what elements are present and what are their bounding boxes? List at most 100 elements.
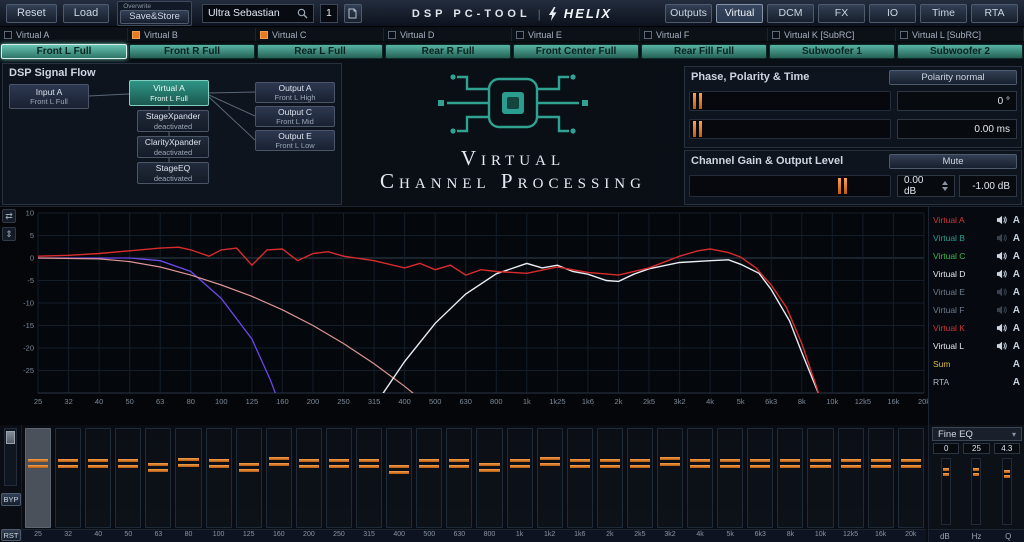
checkbox[interactable] [388,31,396,39]
eq-bypass-button[interactable]: BYP [1,493,21,506]
eq-band-track[interactable] [627,428,653,528]
eq-band-250[interactable]: 250 [324,425,354,542]
eq-band-track[interactable] [898,428,924,528]
eq-band-handle[interactable] [750,459,770,468]
nav-button-outputs[interactable]: Outputs [665,4,712,23]
checkbox[interactable] [516,31,524,39]
checkbox[interactable] [644,31,652,39]
eq-band-track[interactable] [807,428,833,528]
checkbox[interactable] [260,31,268,39]
eq-band-400[interactable]: 400 [384,425,414,542]
eq-band-track[interactable] [868,428,894,528]
preset-name-input[interactable]: Ultra Sebastian [202,4,314,23]
eq-band-track[interactable] [236,428,262,528]
eq-band-track[interactable] [386,428,412,528]
fine-eq-value-db[interactable]: 0 [933,443,959,454]
channel-button-subwoofer-1[interactable]: Subwoofer 1 [769,44,895,59]
spinner-up-icon[interactable] [942,181,948,185]
eq-band-handle[interactable] [871,459,891,468]
load-button[interactable]: Load [63,4,109,23]
fine-eq-slider-handle[interactable] [973,468,979,476]
speaker-icon[interactable] [995,341,1007,351]
speaker-icon[interactable] [995,215,1007,225]
nav-button-rta[interactable]: RTA [971,4,1018,23]
eq-band-handle[interactable] [88,459,108,468]
swap-horizontal-icon[interactable]: ⇄ [2,209,16,223]
reset-button[interactable]: Reset [6,4,57,23]
eq-band-handle[interactable] [780,459,800,468]
eq-band-track[interactable] [85,428,111,528]
spinner-down-icon[interactable] [942,187,948,191]
signal-flow-output-c[interactable]: Output CFront L Mid [255,106,335,127]
eq-band-track[interactable] [356,428,382,528]
eq-band-800[interactable]: 800 [474,425,504,542]
phase-degrees-field[interactable]: 0 ° [897,91,1017,111]
eq-band-handle[interactable] [660,457,680,466]
eq-band-handle[interactable] [540,457,560,466]
document-button[interactable] [344,4,362,23]
channel-legend-rta[interactable]: RTAA [929,373,1024,391]
checkbox[interactable] [4,31,12,39]
nav-button-fx[interactable]: FX [818,4,865,23]
speaker-icon[interactable] [995,251,1007,261]
eq-band-track[interactable] [296,428,322,528]
eq-band-handle[interactable] [299,459,319,468]
eq-band-handle[interactable] [209,459,229,468]
channel-button-front-l-full[interactable]: Front L Full [1,44,127,59]
delay-time-field[interactable]: 0.00 ms [897,119,1017,139]
signal-flow-input-a[interactable]: Input A Front L Full [9,84,89,109]
eq-band-handle[interactable] [239,463,259,472]
eq-band-handle[interactable] [148,463,168,472]
eq-band-track[interactable] [476,428,502,528]
virtual-tab-virtual-a[interactable]: Virtual A [0,28,128,41]
speaker-icon[interactable] [995,269,1007,279]
eq-band-handle[interactable] [810,459,830,468]
channel-legend-virtual-b[interactable]: Virtual BA [929,229,1024,247]
eq-band-handle[interactable] [630,459,650,468]
eq-band-track[interactable] [446,428,472,528]
fine-eq-slider-track[interactable] [971,458,981,525]
eq-band-500[interactable]: 500 [414,425,444,542]
eq-band-track[interactable] [687,428,713,528]
channel-legend-virtual-l[interactable]: Virtual LA [929,337,1024,355]
eq-band-1k[interactable]: 1k [505,425,535,542]
eq-reset-button[interactable]: RST [1,529,21,541]
signal-flow-output-e[interactable]: Output EFront L Low [255,130,335,151]
virtual-tab-virtual-b[interactable]: Virtual B [128,28,256,41]
gain-slider-handle[interactable] [838,178,847,194]
eq-band-handle[interactable] [841,459,861,468]
eq-band-40[interactable]: 40 [83,425,113,542]
eq-band-handle[interactable] [510,459,530,468]
eq-band-handle[interactable] [600,459,620,468]
eq-band-handle[interactable] [329,459,349,468]
nav-button-time[interactable]: Time [920,4,967,23]
checkbox[interactable] [132,31,140,39]
eq-band-handle[interactable] [359,459,379,468]
channel-legend-virtual-c[interactable]: Virtual CA [929,247,1024,265]
channel-legend-virtual-a[interactable]: Virtual AA [929,211,1024,229]
fine-eq-value-q[interactable]: 4.3 [994,443,1020,454]
eq-band-50[interactable]: 50 [113,425,143,542]
eq-band-12k5[interactable]: 12k5 [836,425,866,542]
eq-band-track[interactable] [25,428,51,528]
channel-legend-virtual-f[interactable]: Virtual FA [929,301,1024,319]
signal-flow-stagexpander[interactable]: StageXpanderdeactivated [137,110,209,132]
phase-slider-handle[interactable] [693,93,702,109]
channel-button-front-r-full[interactable]: Front R Full [129,44,255,59]
fine-eq-slider-handle[interactable] [943,468,949,476]
eq-band-track[interactable] [175,428,201,528]
fine-eq-slider-track[interactable] [941,458,951,525]
fine-eq-dropdown[interactable]: Fine EQ ▾ [932,427,1022,441]
eq-band-6k3[interactable]: 6k3 [745,425,775,542]
eq-band-handle[interactable] [449,459,469,468]
eq-band-track[interactable] [717,428,743,528]
eq-band-2k5[interactable]: 2k5 [625,425,655,542]
eq-band-5k[interactable]: 5k [715,425,745,542]
eq-band-handle[interactable] [389,465,409,474]
eq-band-track[interactable] [145,428,171,528]
eq-band-track[interactable] [416,428,442,528]
eq-band-track[interactable] [266,428,292,528]
eq-band-handle[interactable] [690,459,710,468]
virtual-tab-virtual-d[interactable]: Virtual D [384,28,512,41]
fine-eq-slider-handle[interactable] [1004,470,1010,478]
